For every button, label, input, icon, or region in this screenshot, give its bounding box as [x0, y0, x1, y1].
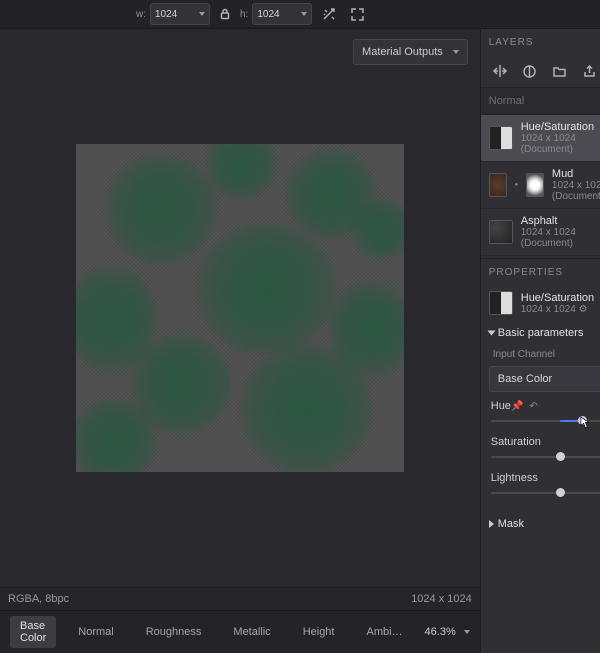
sat-label: Saturation [491, 436, 541, 448]
light-label: Lightness [491, 472, 538, 484]
height-value: 1024 [257, 9, 279, 20]
export-icon[interactable] [579, 60, 600, 82]
layer-thumb-icon [489, 173, 507, 197]
height-input[interactable]: 1024 [252, 3, 312, 25]
texture-preview[interactable] [76, 144, 404, 472]
canvas-area: Material Outputs RGBA, 8bpc [0, 29, 480, 653]
mask-section[interactable]: Mask [481, 512, 600, 536]
mask-label: Mask [498, 518, 524, 530]
pin-icon[interactable]: 📌 [511, 401, 523, 412]
folder-icon[interactable] [549, 60, 571, 82]
basic-params-section[interactable]: Basic parameters [481, 321, 600, 345]
caret-icon [487, 331, 495, 336]
caret-icon [489, 520, 494, 528]
blend-mode-value: Normal [489, 95, 524, 107]
gear-icon[interactable]: ⚙ [579, 304, 588, 315]
layer-meta: 1024 x 1024 (Document) [552, 180, 600, 202]
width-label: w: [136, 9, 146, 20]
format-label: RGBA, 8bpc [8, 593, 69, 605]
layer-thumb-icon [489, 220, 513, 244]
tab-metallic[interactable]: Metallic [223, 622, 280, 642]
fullscreen-icon[interactable] [346, 3, 368, 25]
properties-layer-name: Hue/Saturation [521, 292, 594, 304]
channel-tabs: Base Color Normal Roughness Metallic Hei… [0, 610, 480, 653]
tab-base-color[interactable]: Base Color [10, 616, 56, 648]
effects-icon[interactable] [318, 3, 340, 25]
dims-label: 1024 x 1024 [411, 593, 472, 605]
layers-toolbar [481, 55, 600, 88]
layer-thumb-icon [489, 291, 513, 315]
layers-title: LAYERS [489, 37, 534, 48]
material-outputs-dropdown[interactable]: Material Outputs [353, 39, 468, 65]
sat-slider[interactable] [491, 450, 600, 464]
layer-asphalt[interactable]: Asphalt 1024 x 1024 (Document) [481, 209, 600, 256]
layer-mud[interactable]: ● Mud 1024 x 1024 (Document) [481, 162, 600, 209]
input-channel-label: Input Channel [481, 345, 600, 364]
hue-slider[interactable] [491, 414, 600, 428]
lock-icon[interactable] [214, 3, 236, 25]
properties-header: PROPERTIES ✕ [481, 258, 600, 285]
tab-ambient[interactable]: Ambi… [356, 622, 412, 642]
top-toolbar: w: 1024 h: 1024 [0, 0, 600, 29]
height-label: h: [240, 9, 248, 20]
layer-meta: 1024 x 1024 (Document) [521, 227, 600, 249]
adjustment-icon[interactable] [519, 60, 541, 82]
layer-name: Hue/Saturation [521, 121, 600, 133]
canvas-footer: RGBA, 8bpc 1024 x 1024 [0, 587, 480, 610]
link-icon: ● [515, 182, 519, 188]
layer-name: Asphalt [521, 215, 600, 227]
zoom-value: 46.3% [425, 626, 456, 638]
hue-label: Hue [491, 400, 511, 412]
tab-height[interactable]: Height [293, 622, 345, 642]
layer-mask-icon [526, 173, 544, 197]
mirror-icon[interactable] [489, 60, 511, 82]
width-input[interactable]: 1024 [150, 3, 210, 25]
width-value: 1024 [155, 9, 177, 20]
blend-mode-dropdown[interactable]: Normal [481, 88, 600, 115]
input-channel-select[interactable]: Base Color [489, 366, 600, 392]
zoom-dropdown[interactable]: 46.3% [425, 626, 470, 638]
layer-hue-sat[interactable]: Hue/Saturation 1024 x 1024 (Document) [481, 115, 600, 162]
light-slider[interactable] [491, 486, 600, 500]
material-outputs-label: Material Outputs [362, 46, 443, 58]
basic-params-label: Basic parameters [498, 327, 584, 339]
layer-thumb-icon [489, 126, 513, 150]
properties-title: PROPERTIES [489, 267, 563, 278]
properties-layer-row: Hue/Saturation 1024 x 1024 ⚙ ↶ [481, 285, 600, 321]
layer-meta: 1024 x 1024 (Document) [521, 133, 600, 155]
layers-header: LAYERS ✕ [481, 29, 600, 55]
layer-name: Mud [552, 168, 600, 180]
reset-icon[interactable]: ↶ [529, 401, 537, 412]
tab-roughness[interactable]: Roughness [136, 622, 212, 642]
input-channel-value: Base Color [498, 373, 552, 385]
properties-layer-meta: 1024 x 1024 [521, 304, 576, 315]
tab-normal[interactable]: Normal [68, 622, 123, 642]
